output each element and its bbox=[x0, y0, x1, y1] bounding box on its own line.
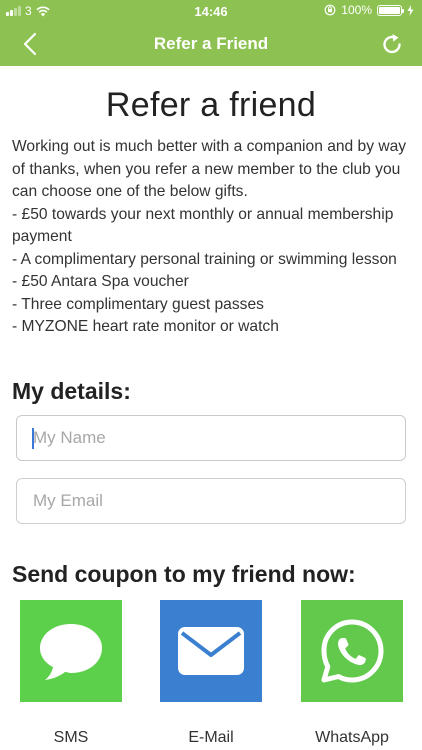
share-email-button[interactable]: E-Mail bbox=[160, 600, 262, 746]
details-heading: My details: bbox=[12, 378, 131, 404]
whatsapp-label: WhatsApp bbox=[315, 729, 389, 746]
refresh-button[interactable] bbox=[378, 30, 406, 58]
gift-item: - A complimentary personal training or s… bbox=[12, 250, 397, 268]
share-whatsapp-button[interactable]: WhatsApp bbox=[301, 600, 403, 746]
status-right: 100% bbox=[324, 3, 414, 17]
intro-paragraph: Working out is much better with a compan… bbox=[12, 138, 407, 200]
nav-bar: Refer a Friend bbox=[0, 22, 422, 66]
page-title: Refer a friend bbox=[105, 86, 317, 124]
name-input[interactable] bbox=[16, 415, 406, 461]
gift-item: - £50 Antara Spa voucher bbox=[12, 273, 189, 290]
sms-label: SMS bbox=[53, 729, 89, 746]
email-label: E-Mail bbox=[188, 729, 234, 746]
status-bar: 3 14:46 100% bbox=[0, 0, 422, 22]
share-sms-button[interactable]: SMS bbox=[20, 600, 122, 746]
refresh-icon bbox=[383, 34, 401, 54]
orientation-lock-icon bbox=[324, 4, 336, 16]
intro-text: Working out is much better with a compan… bbox=[12, 136, 416, 339]
coupon-heading: Send coupon to my friend now: bbox=[12, 561, 356, 587]
gift-item: - MYZONE heart rate monitor or watch bbox=[12, 318, 279, 335]
envelope-icon bbox=[178, 627, 244, 675]
email-tile[interactable] bbox=[160, 600, 262, 702]
app-header: 3 14:46 100% Refer a Friend bbox=[0, 0, 422, 66]
battery-percent: 100% bbox=[341, 3, 372, 17]
email-input[interactable] bbox=[16, 478, 406, 524]
gift-item: - £50 towards your next monthly or annua… bbox=[12, 205, 394, 246]
whatsapp-tile[interactable] bbox=[301, 600, 403, 702]
gift-item: - Three complimentary guest passes bbox=[12, 295, 264, 313]
sms-tile[interactable] bbox=[20, 600, 122, 702]
nav-title: Refer a Friend bbox=[153, 34, 269, 53]
text-caret bbox=[32, 428, 34, 449]
speech-bubble-icon bbox=[40, 624, 102, 680]
charging-bolt-icon bbox=[407, 4, 414, 16]
whatsapp-icon bbox=[321, 619, 384, 683]
battery-icon bbox=[377, 4, 404, 16]
